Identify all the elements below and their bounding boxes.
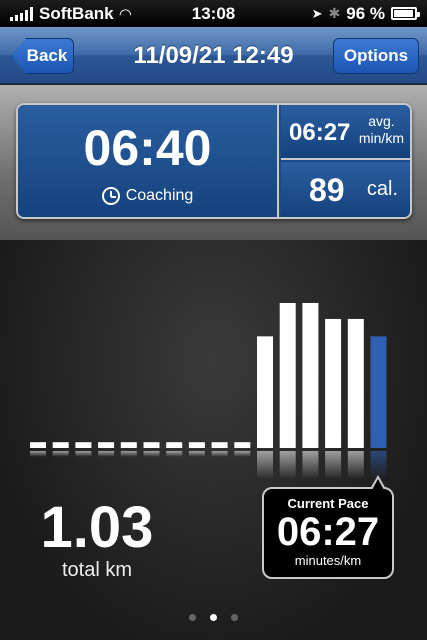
avg-pace-unit: avg. min/km — [359, 113, 404, 147]
pace-bar-reflection — [52, 451, 69, 457]
pace-bar-reflection — [211, 451, 228, 457]
pace-bar — [188, 442, 205, 448]
pace-bar — [347, 318, 364, 448]
pace-bar — [302, 303, 319, 448]
distance-label: total km — [61, 559, 133, 581]
distance-value: 1.03 — [40, 495, 154, 560]
distance-summary: 1.03 total km — [36, 497, 158, 582]
pace-bar — [52, 442, 69, 448]
current-pace-title: Current Pace — [287, 496, 369, 511]
duration-cell: 06:40 Coaching — [18, 105, 279, 217]
signal-icon — [10, 6, 33, 21]
calories-unit: cal. — [366, 178, 398, 200]
pace-bar-reflection — [257, 451, 273, 479]
pace-bar — [120, 442, 137, 448]
pace-bar-reflection — [347, 451, 364, 479]
page-dot[interactable] — [210, 614, 217, 621]
calories-cell: 89 cal. — [281, 162, 410, 217]
pace-bar — [234, 442, 251, 448]
pace-bar-reflection — [302, 451, 319, 479]
pace-bar-reflection — [120, 451, 137, 457]
pace-bar-chart[interactable] — [0, 240, 427, 480]
options-button[interactable]: Options — [333, 38, 419, 74]
pace-bar-reflection — [166, 451, 183, 457]
battery-label: 96 % — [346, 3, 385, 23]
current-pace-unit: minutes/km — [294, 553, 362, 568]
wifi-icon: ◠ — [119, 5, 132, 23]
pace-bar — [257, 336, 273, 448]
nav-bar: Back 11/09/21 12:49 Options — [0, 27, 427, 84]
coaching-button[interactable]: Coaching — [18, 187, 277, 205]
pace-bar — [211, 442, 228, 448]
stopwatch-icon — [101, 187, 120, 205]
battery-icon — [391, 7, 420, 20]
pace-bar — [166, 442, 183, 448]
avg-pace-cell: 06:27 avg. min/km — [281, 105, 410, 160]
stats-panel: 06:40 Coaching 06:27 avg. min/km 89 cal. — [16, 103, 412, 219]
pace-bar-reflection — [143, 451, 160, 457]
status-bar: SoftBank ◠ 13:08 ➤ ✱ 96 % — [0, 0, 427, 27]
pace-bar — [98, 442, 115, 448]
calories-value: 89 — [309, 172, 345, 208]
page-indicator[interactable] — [0, 614, 427, 621]
page-dot[interactable] — [189, 614, 196, 621]
pace-bar — [143, 442, 160, 448]
pace-bar — [75, 442, 92, 448]
duration-value: 06:40 — [83, 120, 212, 176]
current-pace-bubble: Current Pace 06:27 minutes/km — [262, 475, 394, 579]
nav-title: 11/09/21 12:49 — [133, 41, 294, 69]
carrier-label: SoftBank — [39, 3, 114, 23]
pace-bar-reflection — [98, 451, 115, 457]
pace-bar-reflection — [75, 451, 92, 457]
avg-pace-value: 06:27 — [289, 119, 351, 146]
bluetooth-icon: ✱ — [328, 5, 341, 21]
pace-bar — [30, 442, 46, 448]
pace-bar-reflection — [30, 451, 46, 457]
pace-bar — [325, 318, 342, 448]
location-icon: ➤ — [311, 5, 323, 21]
coaching-label: Coaching — [125, 187, 194, 204]
pace-bar — [370, 336, 387, 448]
back-button[interactable]: Back — [12, 38, 74, 74]
page-dot[interactable] — [231, 614, 238, 621]
pace-bar-reflection — [188, 451, 205, 457]
status-right: ➤ ✱ 96 % — [311, 3, 420, 24]
pace-bar-reflection — [325, 451, 342, 479]
pace-bar-reflection — [234, 451, 251, 457]
pace-bar — [279, 303, 296, 448]
carrier-info: SoftBank ◠ — [10, 4, 131, 24]
avg-pace-unit-line1: avg. — [368, 113, 395, 129]
pace-bar-reflection — [279, 451, 296, 479]
current-pace-value: 06:27 — [276, 510, 380, 554]
avg-pace-unit-line2: min/km — [358, 130, 404, 146]
